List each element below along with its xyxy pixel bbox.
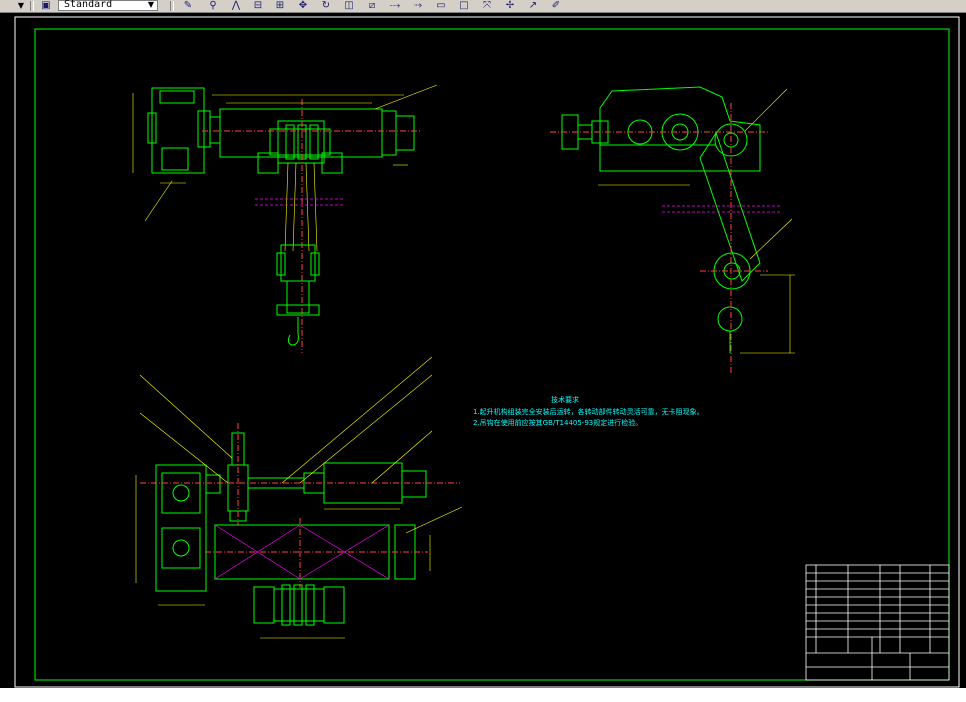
notes-title: 技术要求 bbox=[551, 396, 579, 404]
drawing-canvas[interactable]: 技术要求 1.起升机构组装完全安装后运转，各转动部件转动灵活可靠，无卡阻现象。 … bbox=[0, 13, 966, 688]
chamfer-icon[interactable]: ⤧ bbox=[479, 0, 495, 12]
title-block bbox=[805, 564, 950, 681]
chevron-down-icon[interactable]: ▼ bbox=[146, 0, 156, 9]
move-icon[interactable]: ✥ bbox=[295, 0, 311, 12]
edit-icon[interactable]: ✎ bbox=[180, 0, 196, 12]
text-style-value: Standard bbox=[64, 0, 113, 10]
grid-icon[interactable]: ⊞ bbox=[272, 0, 288, 12]
extend-icon[interactable]: ⤑ bbox=[410, 0, 426, 12]
trim-icon[interactable]: ⤏ bbox=[387, 0, 403, 12]
outer-frame bbox=[14, 16, 960, 688]
toolbar: ▼ ▣ Standard ▼ ✎ ⚲ ⋀ ⊟ ⊞ ✥ ↻ ◫ ⧄ ⤏ ⤑ ▭ □… bbox=[0, 0, 966, 13]
explode-icon[interactable]: ✢ bbox=[502, 0, 518, 12]
note-line-2: 2.吊钩在使用前应按其GB/T14405-93规定进行检验。 bbox=[473, 419, 643, 427]
toolbar-separator bbox=[170, 1, 174, 11]
hoist-plan-view bbox=[135, 356, 463, 639]
rectangle-icon[interactable]: □ bbox=[456, 0, 472, 12]
hoist-front-view bbox=[132, 84, 438, 353]
stretch-icon[interactable]: ⧄ bbox=[364, 0, 380, 12]
reducer-side-view bbox=[550, 86, 795, 373]
drawing-border bbox=[34, 28, 950, 681]
rotate-icon[interactable]: ↻ bbox=[318, 0, 334, 12]
pencil-icon[interactable]: ✐ bbox=[548, 0, 564, 12]
drawing-svg bbox=[14, 16, 960, 688]
text-style-select[interactable]: Standard ▼ bbox=[58, 0, 158, 11]
scale-icon[interactable]: ◫ bbox=[341, 0, 357, 12]
note-line-1: 1.起升机构组装完全安装后运转，各转动部件转动灵活可靠，无卡阻现象。 bbox=[473, 408, 704, 416]
break-icon[interactable]: ▭ bbox=[433, 0, 449, 12]
style-manager-icon[interactable]: ▣ bbox=[38, 0, 54, 12]
status-bar bbox=[0, 688, 966, 702]
mirror-icon[interactable]: ⋀ bbox=[228, 0, 244, 12]
fillet-icon[interactable]: ↗ bbox=[525, 0, 541, 12]
layer-dropdown-arrow-icon[interactable]: ▼ bbox=[16, 0, 26, 12]
array-icon[interactable]: ⊟ bbox=[250, 0, 266, 12]
attach-icon[interactable]: ⚲ bbox=[205, 0, 221, 12]
toolbar-separator bbox=[30, 1, 34, 11]
